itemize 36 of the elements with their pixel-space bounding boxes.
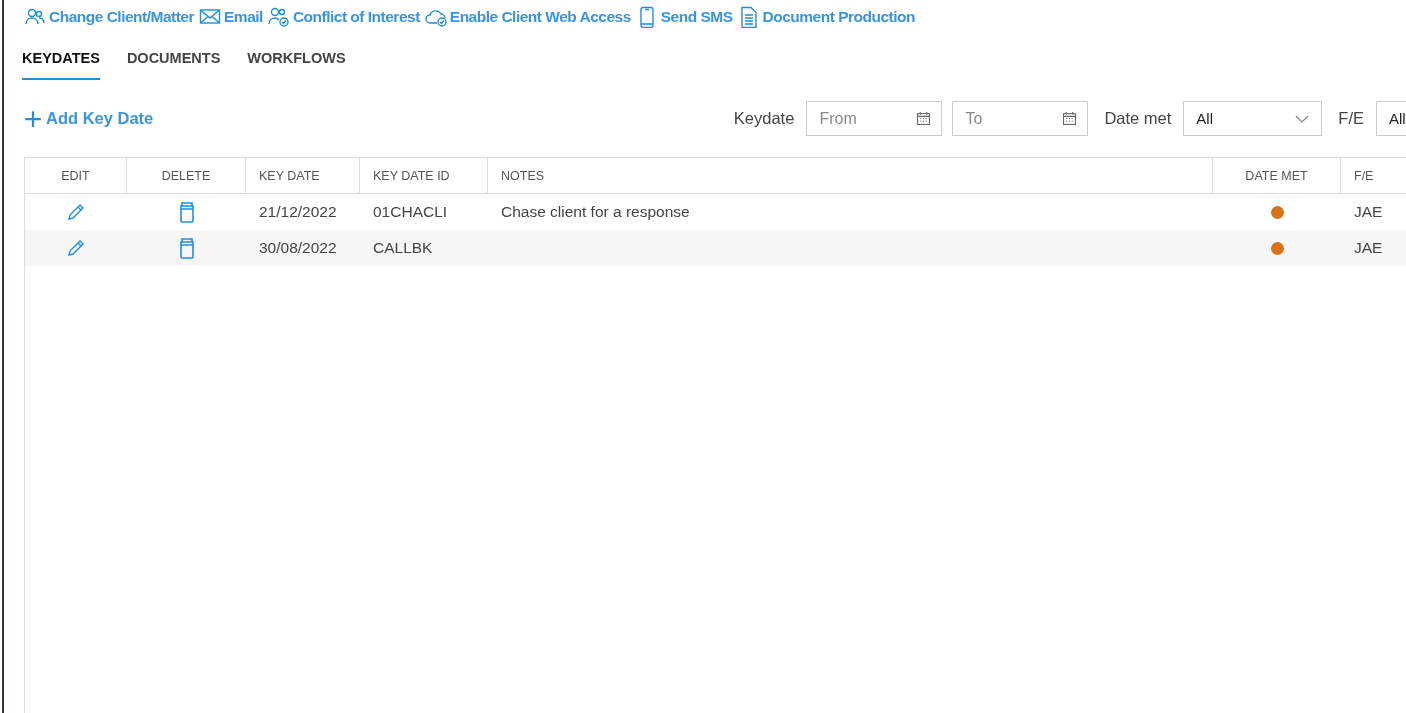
tab[interactable]: DOCUMENTS xyxy=(126,50,221,80)
table-cell: JAE xyxy=(1354,239,1383,257)
action-link[interactable]: Send SMS xyxy=(635,6,733,28)
dropdown[interactable]: All xyxy=(1376,101,1406,136)
column-header: DATE MET xyxy=(1213,158,1341,194)
column-header: F/E xyxy=(1341,158,1406,194)
column-header: NOTES xyxy=(488,158,1213,194)
table-cell: CALLBK xyxy=(373,239,433,257)
calendar-icon xyxy=(917,112,931,125)
action-link[interactable]: Email xyxy=(199,6,263,28)
filter-label: Keydate xyxy=(733,109,795,128)
tab[interactable]: WORKFLOWS xyxy=(247,50,346,80)
action-link[interactable]: Change Client/Matter xyxy=(24,6,194,28)
column-header: DELETE xyxy=(127,158,246,194)
table-cell: 21/12/2022 xyxy=(259,203,337,221)
table-cell: Chase client for a response xyxy=(501,203,690,221)
date-field[interactable]: From xyxy=(806,101,943,136)
action-link[interactable]: Conflict of Interest xyxy=(267,6,420,28)
plus-icon xyxy=(24,109,42,128)
filter-label: Date met xyxy=(1104,109,1172,128)
column-header: KEY DATE xyxy=(246,158,360,194)
calendar-icon xyxy=(1063,112,1077,125)
action-link[interactable]: Document Production xyxy=(737,6,915,28)
action-link[interactable]: Enable Client Web Access xyxy=(424,6,631,28)
dropdown[interactable]: All xyxy=(1183,101,1323,136)
table-cell: JAE xyxy=(1354,203,1383,221)
date-field[interactable]: To xyxy=(952,101,1089,136)
chevron-icon xyxy=(1295,114,1310,123)
column-header: EDIT xyxy=(25,158,127,194)
tab[interactable]: KEYDATES xyxy=(22,50,100,80)
add-key-date-button[interactable]: Add Key Date xyxy=(24,109,154,128)
table-cell: 30/08/2022 xyxy=(259,239,337,257)
column-header: KEY DATE ID xyxy=(360,158,488,194)
person-check-icon xyxy=(267,6,290,28)
table-cell: 01CHACLI xyxy=(373,203,448,221)
filter-label: F/E xyxy=(1338,109,1364,128)
